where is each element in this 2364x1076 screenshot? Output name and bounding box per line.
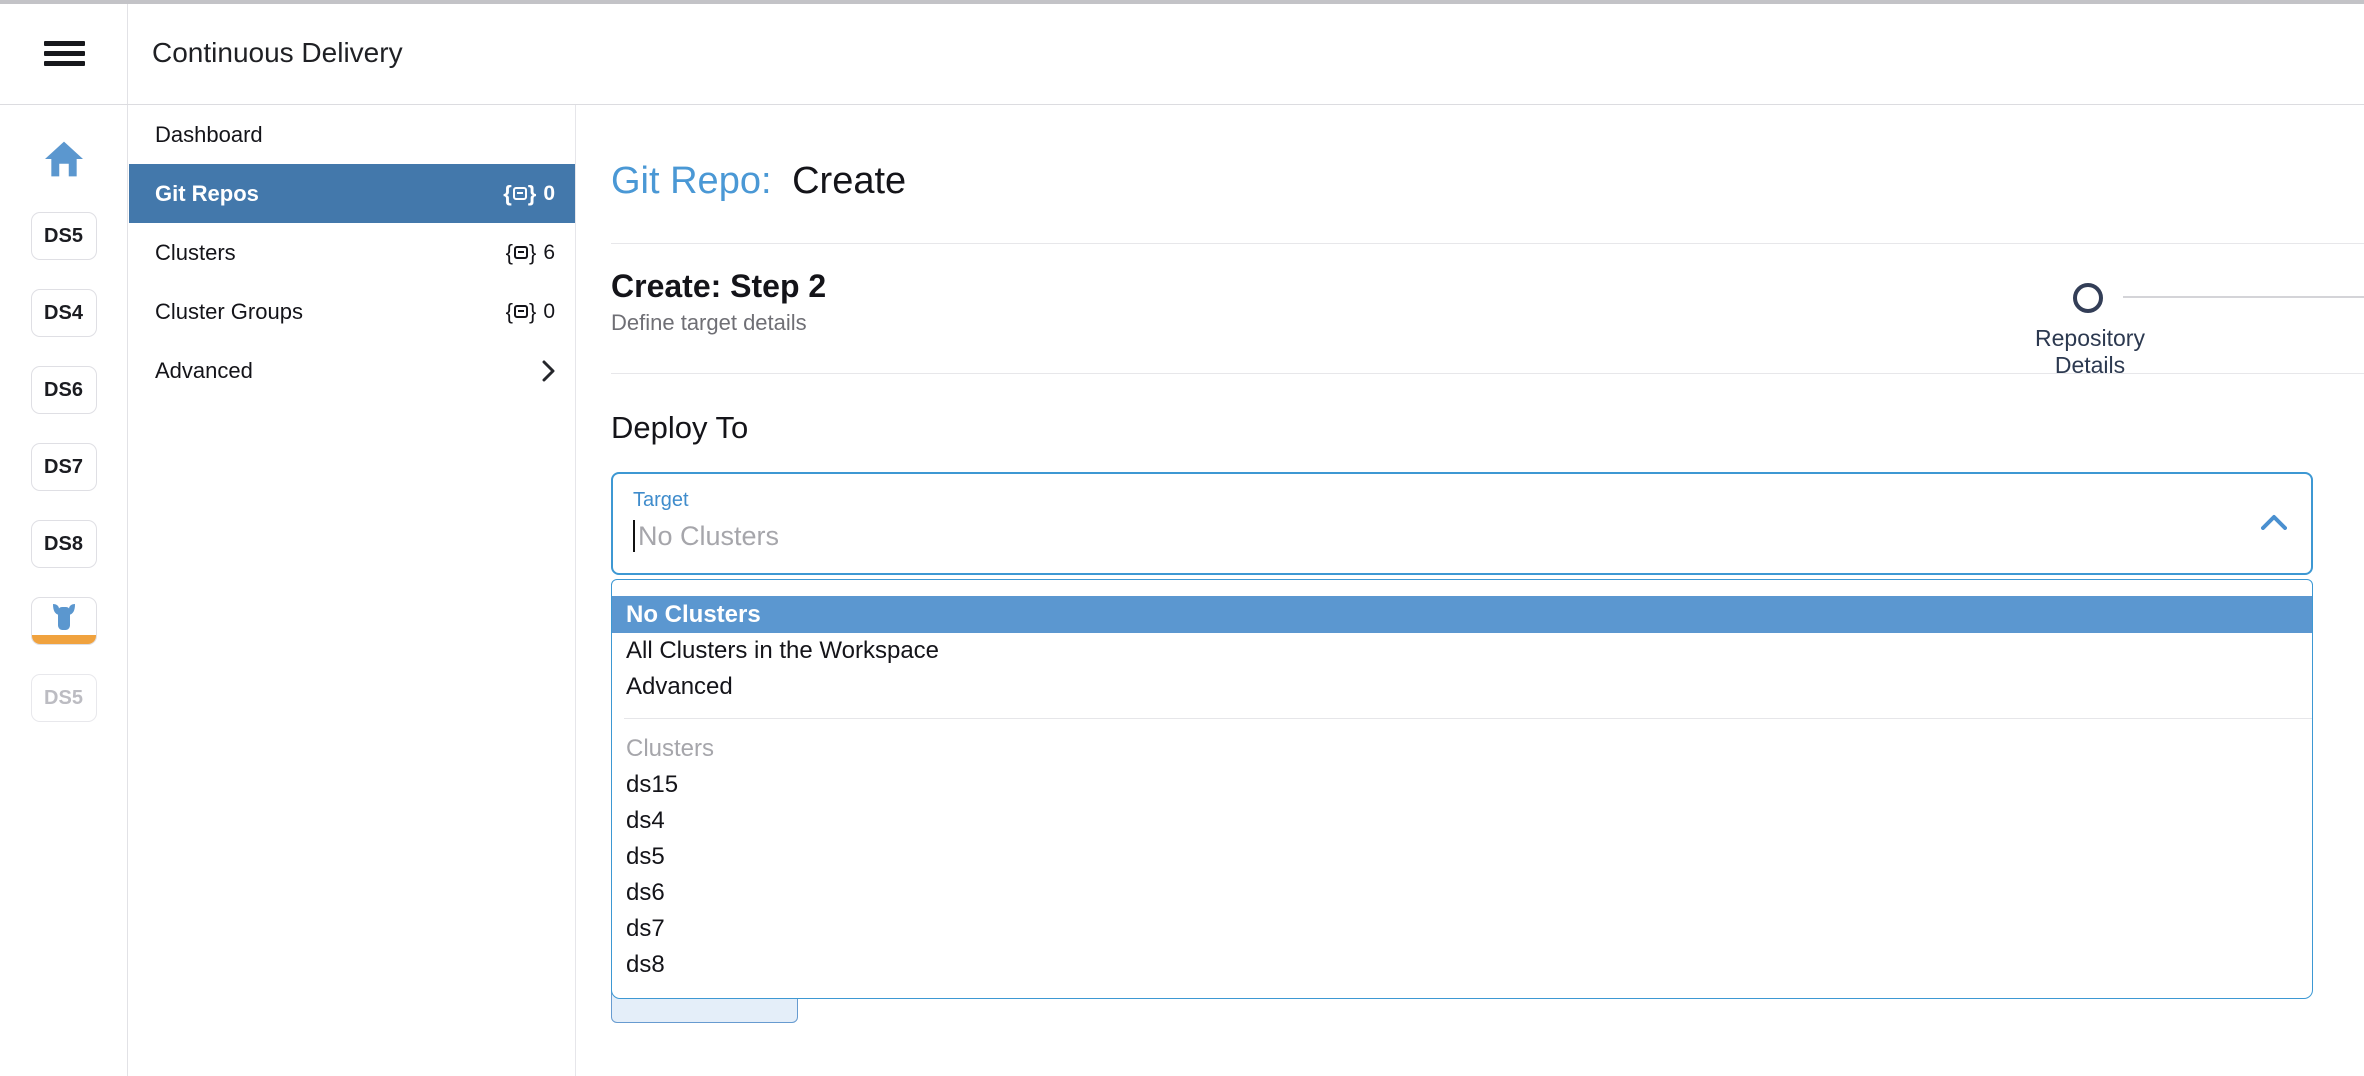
cluster-shortcut-ds6[interactable]: DS6 — [31, 366, 97, 414]
brace-icon: { — [506, 299, 513, 325]
brace-icon: } — [528, 181, 537, 207]
hamburger-bar — [44, 61, 85, 66]
cluster-icon-rail: DS5 DS4 DS6 DS7 DS8 DS5 — [0, 0, 128, 1076]
cluster-shortcut-ds7[interactable]: DS7 — [31, 443, 97, 491]
resource-count-badge: {} 0 — [503, 181, 555, 207]
chevron-right-icon — [542, 360, 555, 382]
fleet-app-shortcut-active[interactable] — [31, 597, 97, 645]
dropdown-option-cluster-ds5[interactable]: ds5 — [612, 839, 2312, 875]
step-connector-line — [2123, 296, 2364, 298]
sidebar-item-label: Git Repos — [155, 181, 503, 207]
active-underline — [32, 635, 96, 644]
chevron-up-icon[interactable] — [2261, 514, 2287, 530]
target-value: No Clusters — [638, 521, 779, 552]
count-value: 0 — [543, 300, 555, 324]
home-icon[interactable] — [45, 141, 83, 177]
count-value: 0 — [543, 182, 555, 206]
sidebar-nav: Dashboard Git Repos {} 0 Clusters {} 6 C… — [129, 105, 576, 1076]
dropdown-option-cluster-ds6[interactable]: ds6 — [612, 875, 2312, 911]
count-value: 6 — [543, 241, 555, 265]
sidebar-item-label: Clusters — [155, 240, 506, 266]
sidebar-item-advanced[interactable]: Advanced — [129, 341, 575, 400]
target-label: Target — [633, 489, 2311, 512]
sidebar-item-label: Advanced — [155, 358, 542, 384]
target-dropdown-menu: No Clusters All Clusters in the Workspac… — [611, 579, 2313, 999]
page-title-action: Create — [792, 160, 906, 202]
hamburger-bar — [44, 41, 85, 46]
deploy-to-heading: Deploy To — [611, 410, 2364, 446]
resource-icon — [514, 305, 528, 318]
main-content: Git Repo: Create Create: Step 2 Define t… — [576, 105, 2364, 1076]
cluster-shortcut-ds5[interactable]: DS5 — [31, 212, 97, 260]
resource-icon — [513, 187, 527, 200]
cluster-shortcut-ds5-disabled[interactable]: DS5 — [31, 674, 97, 722]
app-title: Continuous Delivery — [152, 37, 403, 69]
dropdown-group-label: Clusters — [612, 731, 2312, 767]
brace-icon: } — [529, 299, 536, 325]
cluster-shortcut-ds4[interactable]: DS4 — [31, 289, 97, 337]
dropdown-option-cluster-ds8[interactable]: ds8 — [612, 947, 2312, 983]
top-bar: Continuous Delivery — [0, 0, 2364, 105]
target-combobox[interactable]: Target No Clusters — [611, 472, 2313, 575]
sidebar-item-git-repos[interactable]: Git Repos {} 0 — [129, 164, 575, 223]
cluster-shortcut-ds8[interactable]: DS8 — [31, 520, 97, 568]
resource-count-badge: {} 0 — [506, 299, 555, 325]
window-top-edge — [0, 0, 2364, 4]
hamburger-bar — [44, 51, 85, 56]
fleet-cow-icon — [46, 603, 82, 632]
dropdown-option-all-clusters[interactable]: All Clusters in the Workspace — [612, 633, 2312, 669]
dropdown-option-no-clusters[interactable]: No Clusters — [612, 596, 2312, 633]
wizard-step-header: Create: Step 2 Define target details Rep… — [611, 244, 2364, 373]
resource-icon — [514, 246, 528, 259]
hamburger-menu-icon[interactable] — [44, 41, 85, 67]
target-value-row: No Clusters — [633, 520, 2311, 552]
text-cursor — [633, 520, 635, 552]
dropdown-option-advanced[interactable]: Advanced — [612, 669, 2312, 705]
page-title-resource: Git Repo: — [611, 160, 772, 202]
sidebar-item-cluster-groups[interactable]: Cluster Groups {} 0 — [129, 282, 575, 341]
dropdown-option-cluster-ds15[interactable]: ds15 — [612, 767, 2312, 803]
sidebar-item-label: Dashboard — [155, 122, 555, 148]
brace-icon: } — [529, 240, 536, 266]
resource-count-badge: {} 6 — [506, 240, 555, 266]
page-title: Git Repo: Create — [611, 105, 2364, 203]
step-indicator-label: Repository Details — [2000, 325, 2180, 379]
step-indicator-circle[interactable] — [2073, 283, 2103, 313]
sidebar-item-label: Cluster Groups — [155, 299, 506, 325]
brace-icon: { — [503, 181, 512, 207]
sidebar-item-dashboard[interactable]: Dashboard — [129, 105, 575, 164]
dropdown-option-cluster-ds7[interactable]: ds7 — [612, 911, 2312, 947]
dropdown-option-cluster-ds4[interactable]: ds4 — [612, 803, 2312, 839]
dropdown-divider — [624, 718, 2312, 719]
brace-icon: { — [506, 240, 513, 266]
sidebar-item-clusters[interactable]: Clusters {} 6 — [129, 223, 575, 282]
